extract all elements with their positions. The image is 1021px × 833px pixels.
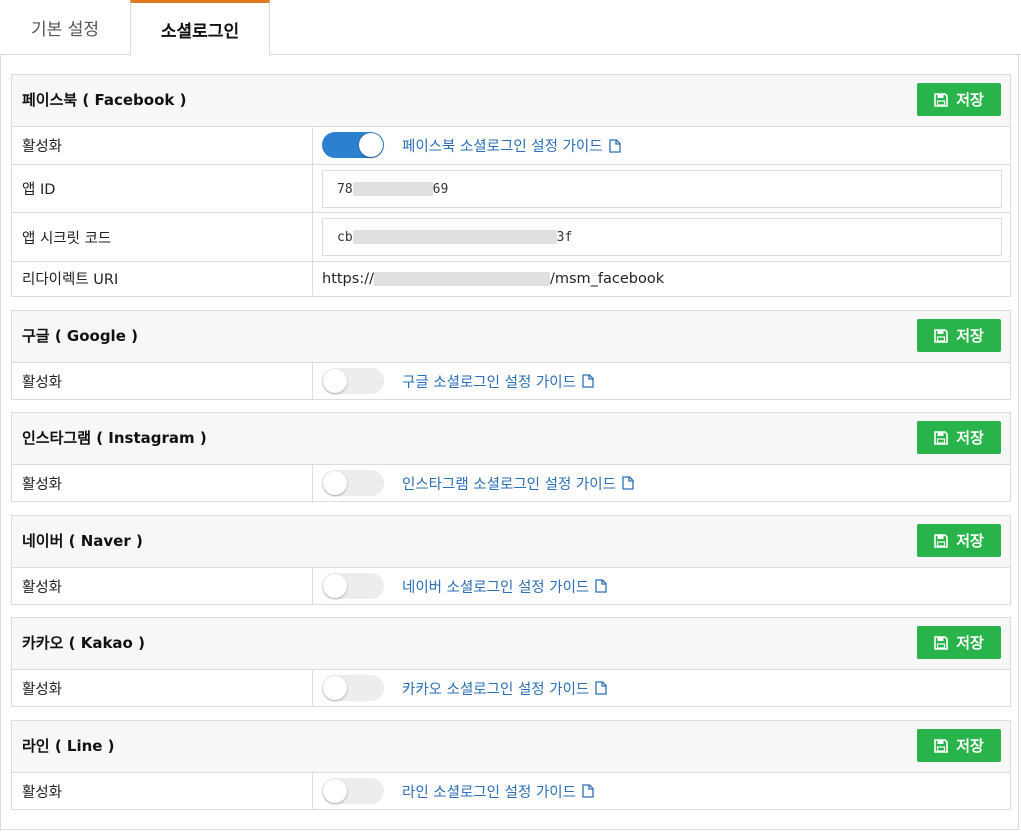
google-panel: 구글 ( Google ) 저장 활성화 구글 소셜로그인 설정 가이드 [11,310,1011,400]
save-icon [934,635,948,650]
document-icon [582,374,594,388]
line-toggle[interactable] [322,778,384,804]
app-id-label: 앱 ID [22,182,56,198]
line-panel: 라인 ( Line ) 저장 활성화 라인 소셜로그인 설정 가이드 [11,720,1011,810]
facebook-toggle[interactable] [322,132,384,158]
facebook-activate-row: 활성화 페이스북 소셜로그인 설정 가이드 [12,127,1010,165]
google-panel-header: 구글 ( Google ) 저장 [12,311,1010,363]
line-guide-link[interactable]: 라인 소셜로그인 설정 가이드 [402,773,594,809]
facebook-guide-link[interactable]: 페이스북 소셜로그인 설정 가이드 [402,127,621,164]
activate-label: 활성화 [22,374,63,391]
google-title: 구글 ( Google ) [22,327,138,345]
redirect-prefix: https:// [322,270,374,287]
facebook-panel: 페이스북 ( Facebook ) 저장 활성화 페이스북 소셜로그인 설정 가… [11,74,1011,297]
kakao-activate-row: 활성화 카카오 소셜로그인 설정 가이드 [12,670,1010,706]
instagram-title: 인스타그램 ( Instagram ) [22,429,207,447]
guide-label: 페이스북 소셜로그인 설정 가이드 [402,139,603,155]
kakao-title: 카카오 ( Kakao ) [22,634,145,652]
line-save-button[interactable]: 저장 [917,729,1001,762]
document-icon [582,784,594,798]
redirect-suffix: /msm_facebook [549,270,665,287]
document-icon [608,138,621,153]
save-label: 저장 [956,429,984,447]
guide-label: 카카오 소셜로그인 설정 가이드 [402,681,590,698]
save-label: 저장 [956,91,984,109]
save-label: 저장 [956,634,984,652]
line-panel-header: 라인 ( Line ) 저장 [12,721,1010,773]
document-icon [595,579,607,593]
tab-social-login[interactable]: 소셜로그인 [130,0,270,56]
line-title: 라인 ( Line ) [22,737,115,755]
app-id-prefix: 78 [337,181,353,197]
save-label: 저장 [956,327,984,345]
naver-save-button[interactable]: 저장 [917,524,1001,557]
guide-label: 라인 소셜로그인 설정 가이드 [402,784,576,801]
redacted-area [352,182,433,196]
instagram-guide-link[interactable]: 인스타그램 소셜로그인 설정 가이드 [402,465,634,501]
activate-label: 활성화 [22,476,63,493]
instagram-activate-row: 활성화 인스타그램 소셜로그인 설정 가이드 [12,465,1010,501]
settings-container: 페이스북 ( Facebook ) 저장 활성화 페이스북 소셜로그인 설정 가… [0,55,1019,830]
facebook-title: 페이스북 ( Facebook ) [22,91,187,109]
naver-panel: 네이버 ( Naver ) 저장 활성화 네이버 소셜로그인 설정 가이드 [11,515,1011,605]
tab-bar: 기본 설정 소셜로그인 [0,0,1021,56]
save-icon [934,92,948,107]
secret-label: 앱 시크릿 코드 [22,230,112,247]
kakao-save-button[interactable]: 저장 [917,626,1001,659]
line-activate-row: 활성화 라인 소셜로그인 설정 가이드 [12,773,1010,809]
facebook-panel-header: 페이스북 ( Facebook ) 저장 [12,75,1010,127]
instagram-save-button[interactable]: 저장 [917,421,1001,454]
app-id-suffix: 69 [432,181,449,197]
google-activate-row: 활성화 구글 소셜로그인 설정 가이드 [12,363,1010,399]
activate-label: 활성화 [22,579,63,596]
instagram-panel-header: 인스타그램 ( Instagram ) 저장 [12,413,1010,465]
redirect-uri: https:// /msm_facebook [322,262,664,295]
instagram-toggle[interactable] [322,470,384,496]
google-save-button[interactable]: 저장 [917,319,1001,352]
naver-toggle[interactable] [322,573,384,599]
facebook-app-id-row: 앱 ID 78 69 [12,165,1010,213]
naver-panel-header: 네이버 ( Naver ) 저장 [12,516,1010,568]
save-label: 저장 [956,532,984,550]
redacted-area [373,271,550,286]
guide-label: 인스타그램 소셜로그인 설정 가이드 [402,476,616,493]
kakao-panel-header: 카카오 ( Kakao ) 저장 [12,618,1010,670]
google-toggle[interactable] [322,368,384,394]
app-id-input[interactable]: 78 69 [322,170,1002,208]
naver-activate-row: 활성화 네이버 소셜로그인 설정 가이드 [12,568,1010,604]
save-icon [934,430,948,445]
kakao-guide-link[interactable]: 카카오 소셜로그인 설정 가이드 [402,670,607,706]
kakao-toggle[interactable] [322,675,384,701]
facebook-secret-row: 앱 시크릿 코드 cb 3f [12,213,1010,262]
kakao-panel: 카카오 ( Kakao ) 저장 활성화 카카오 소셜로그인 설정 가이드 [11,617,1011,707]
save-icon [934,533,948,548]
secret-prefix: cb [337,229,353,245]
activate-label: 활성화 [22,784,63,801]
redirect-label: 리다이렉트 URI [22,272,119,288]
secret-suffix: 3f [556,229,573,245]
document-icon [622,476,634,490]
activate-label: 활성화 [22,139,63,155]
save-icon [934,328,948,343]
facebook-save-button[interactable]: 저장 [917,83,1001,116]
tab-basic-settings[interactable]: 기본 설정 [0,0,130,55]
save-label: 저장 [956,737,984,755]
document-icon [595,681,607,695]
guide-label: 네이버 소셜로그인 설정 가이드 [402,579,590,596]
app-secret-input[interactable]: cb 3f [322,218,1002,256]
save-icon [934,738,948,753]
guide-label: 구글 소셜로그인 설정 가이드 [402,374,576,391]
facebook-redirect-row: 리다이렉트 URI https:// /msm_facebook [12,262,1010,295]
activate-label: 활성화 [22,681,63,698]
naver-guide-link[interactable]: 네이버 소셜로그인 설정 가이드 [402,568,607,604]
instagram-panel: 인스타그램 ( Instagram ) 저장 활성화 인스타그램 소셜로그인 설… [11,412,1011,502]
redacted-area [352,230,557,244]
google-guide-link[interactable]: 구글 소셜로그인 설정 가이드 [402,363,594,399]
naver-title: 네이버 ( Naver ) [22,532,143,550]
